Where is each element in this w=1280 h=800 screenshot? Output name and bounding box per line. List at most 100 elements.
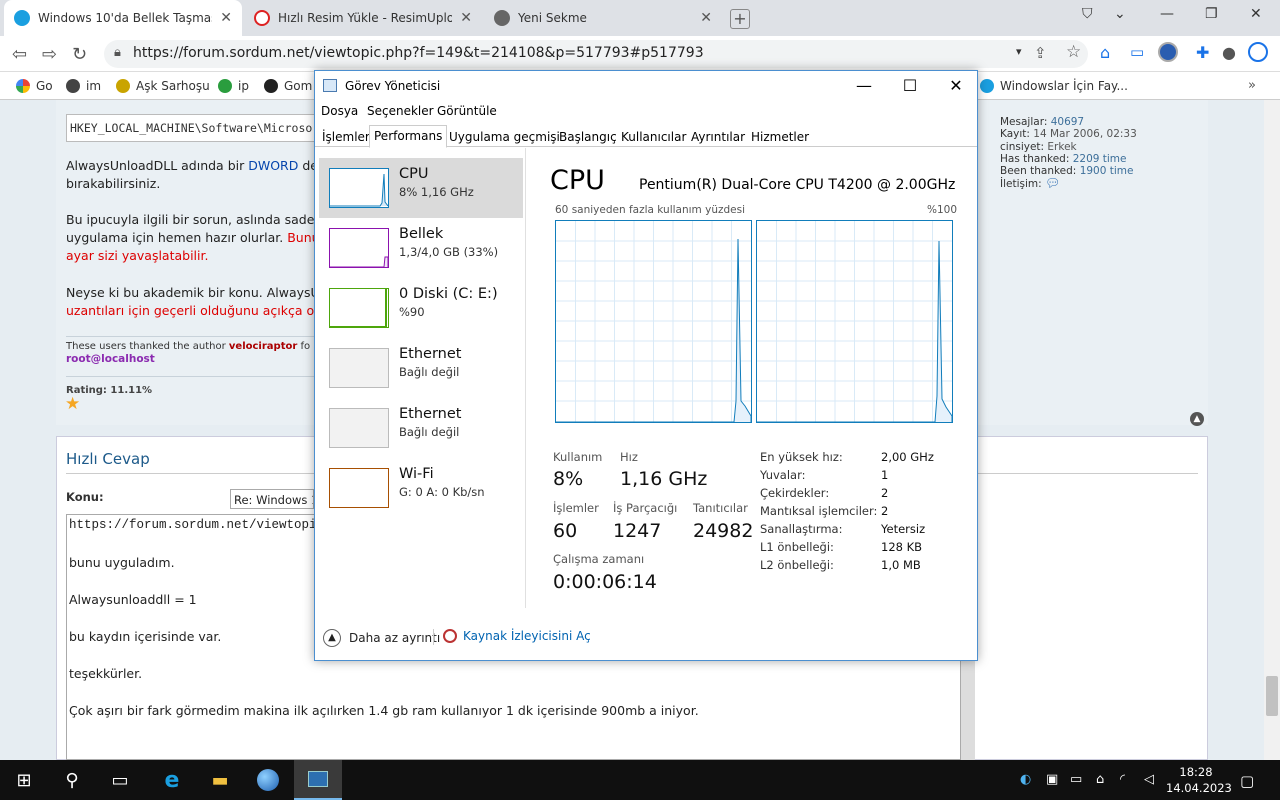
handles-value: 24982 xyxy=(693,520,754,542)
fewer-details-button[interactable]: ▲ Daha az ayrıntı xyxy=(323,629,440,647)
open-resource-monitor-link[interactable]: Kaynak İzleyicisini Aç xyxy=(443,629,591,643)
browser-globe-icon[interactable] xyxy=(244,760,292,800)
menu-options[interactable]: Seçenekler xyxy=(367,104,434,118)
more-bookmarks-icon[interactable]: » xyxy=(1248,78,1256,93)
resource-ethernet-2[interactable]: Ethernet Bağlı değil xyxy=(319,398,523,458)
search-icon[interactable]: ⚲ xyxy=(48,760,96,800)
tab-details[interactable]: Ayrıntılar xyxy=(687,127,749,148)
site-favicon-icon xyxy=(14,10,30,26)
tab-users[interactable]: Kullanıcılar xyxy=(617,127,690,148)
close-icon[interactable]: ✕ xyxy=(700,10,712,26)
link-dword[interactable]: DWORD xyxy=(248,158,298,173)
resource-value: %90 xyxy=(399,305,425,319)
resource-ethernet[interactable]: Ethernet Bağlı değil xyxy=(319,338,523,398)
tab-processes[interactable]: İşlemler xyxy=(318,127,374,148)
resource-disk[interactable]: 0 Diski (C: E:) %90 xyxy=(319,278,523,338)
account-icon[interactable]: ● xyxy=(1222,43,1236,62)
share-icon[interactable]: ⇪ xyxy=(1034,44,1047,62)
thanked-user-link[interactable]: root@localhost xyxy=(66,353,155,365)
tab-new[interactable]: Yeni Sekme ✕ xyxy=(484,0,722,36)
value[interactable]: 2209 time xyxy=(1073,153,1127,165)
file-explorer-icon[interactable]: ▬ xyxy=(196,760,244,800)
tab-windows-memory[interactable]: Windows 10'da Bellek Taşmasını Ö ✕ xyxy=(4,0,242,36)
tab-label: Yeni Sekme xyxy=(518,11,587,25)
reply-line: bu kaydın içerisinde var. xyxy=(69,629,222,644)
wifi-icon[interactable]: ◜ xyxy=(1120,772,1125,787)
author-link[interactable]: velociraptor xyxy=(229,341,297,352)
resource-memory[interactable]: Bellek 1,3/4,0 GB (33%) xyxy=(319,218,523,278)
graph-max-label: %100 xyxy=(927,204,958,216)
maximize-button[interactable]: ☐ xyxy=(887,73,933,99)
handles-label: Tanıtıcılar xyxy=(693,501,748,515)
resource-cpu[interactable]: CPU 8% 1,16 GHz xyxy=(319,158,523,218)
post-red-text: uzantıları için geçerli olduğunu açıkça … xyxy=(66,303,332,318)
bookmark-im[interactable]: im xyxy=(66,79,101,93)
page-scrollbar[interactable] xyxy=(1264,100,1280,760)
bookmark-google[interactable]: Go xyxy=(16,79,53,93)
onedrive-icon[interactable]: ◐ xyxy=(1020,772,1031,787)
resource-value: 8% 1,16 GHz xyxy=(399,185,474,199)
settings-gear-icon[interactable] xyxy=(1248,42,1268,62)
profile-row: İletişim: 💬︎ xyxy=(1000,177,1137,190)
action-center-icon[interactable]: ▢ xyxy=(1240,772,1254,790)
lock-icon[interactable]: 🔒︎ xyxy=(114,45,121,60)
battery-icon[interactable]: ▭ xyxy=(1070,772,1082,787)
menu-file[interactable]: Dosya xyxy=(321,104,358,118)
chevron-down-icon[interactable]: ⌄ xyxy=(1114,6,1126,22)
bookmark-label: Go xyxy=(36,79,53,93)
cpu-heading: CPU xyxy=(550,165,605,196)
minimize-button[interactable]: — xyxy=(841,73,887,99)
extensions-puzzle-icon[interactable]: ✚ xyxy=(1196,43,1209,62)
subject-input[interactable]: Re: Windows 1 xyxy=(230,489,314,509)
url-text[interactable]: https://forum.sordum.net/viewtopic.php?f… xyxy=(133,45,704,61)
system-clock[interactable]: 18:28 14.04.2023 xyxy=(1166,764,1232,796)
tab-app-history[interactable]: Uygulama geçmişi xyxy=(445,127,564,148)
usb-icon[interactable]: ⌂ xyxy=(1096,772,1104,787)
bookmark-gom[interactable]: Gom xyxy=(264,79,312,93)
close-icon[interactable]: ✕ xyxy=(220,10,232,26)
extension-hand-icon[interactable] xyxy=(1158,42,1178,62)
bookmark-ask-sarhosu[interactable]: Aşk Sarhoşu xyxy=(116,79,210,93)
dropdown-icon[interactable]: ▾ xyxy=(1016,45,1022,58)
tab-services[interactable]: Hizmetler xyxy=(747,127,813,148)
restore-icon[interactable]: ❐ xyxy=(1205,6,1218,22)
resource-wifi[interactable]: Wi-Fi G: 0 A: 0 Kb/sn xyxy=(319,458,523,518)
menu-view[interactable]: Görüntüle xyxy=(437,104,497,118)
back-icon[interactable]: ⇦ xyxy=(12,44,27,65)
profile-icon[interactable]: ⛉ xyxy=(1082,6,1093,22)
chat-bubble-icon[interactable]: 💬︎ xyxy=(1045,176,1060,190)
bookmark-ip[interactable]: ip xyxy=(218,79,249,93)
task-view-icon[interactable]: ▭ xyxy=(96,760,144,800)
minimize-icon[interactable]: — xyxy=(1160,6,1174,22)
date: 14.04.2023 xyxy=(1166,781,1232,795)
scrollbar-thumb[interactable] xyxy=(1266,676,1278,716)
volume-icon[interactable]: ◁ xyxy=(1144,772,1154,787)
reload-icon[interactable]: ↻ xyxy=(72,44,87,65)
profile-row: Has thanked: 2209 time xyxy=(1000,153,1137,165)
value[interactable]: 1900 time xyxy=(1080,165,1134,177)
bookmark-star-icon[interactable]: ☆ xyxy=(1066,42,1081,62)
new-tab-button[interactable]: + xyxy=(730,9,750,29)
forward-icon[interactable]: ⇨ xyxy=(42,44,57,65)
usage-value: 8% xyxy=(553,468,584,490)
tab-startup[interactable]: Başlangıç xyxy=(555,127,621,148)
textarea-scrollbar[interactable] xyxy=(961,660,975,760)
tab-label: Windows 10'da Bellek Taşmasını Ö xyxy=(38,11,212,25)
title-bar[interactable]: Görev Yöneticisi — ☐ ✕ xyxy=(315,71,977,101)
close-icon[interactable]: ✕ xyxy=(460,10,472,26)
close-window-icon[interactable]: ✕ xyxy=(1250,6,1262,22)
home-icon[interactable]: ⌂ xyxy=(1100,43,1110,62)
star-icon[interactable]: ★ xyxy=(65,394,80,414)
scroll-top-icon[interactable]: ▲ xyxy=(1190,412,1204,426)
bookmark-windowslar[interactable]: Windowslar İçin Fay... xyxy=(980,79,1128,93)
tab-performance[interactable]: Performans xyxy=(369,125,448,148)
resource-name: Bellek xyxy=(399,226,444,242)
close-button[interactable]: ✕ xyxy=(933,73,979,99)
start-windows-icon[interactable]: ⊞ xyxy=(0,760,48,800)
sidebar-icon[interactable]: ▭ xyxy=(1130,43,1144,61)
edge-browser-icon[interactable]: e xyxy=(148,760,196,800)
uptime-label: Çalışma zamanı xyxy=(553,552,645,566)
task-manager-taskbar-icon[interactable] xyxy=(294,760,342,800)
tab-resimupload[interactable]: Hızlı Resim Yükle - ResimUpload.o ✕ xyxy=(244,0,482,36)
notification-app-icon[interactable]: ▣ xyxy=(1046,772,1058,787)
